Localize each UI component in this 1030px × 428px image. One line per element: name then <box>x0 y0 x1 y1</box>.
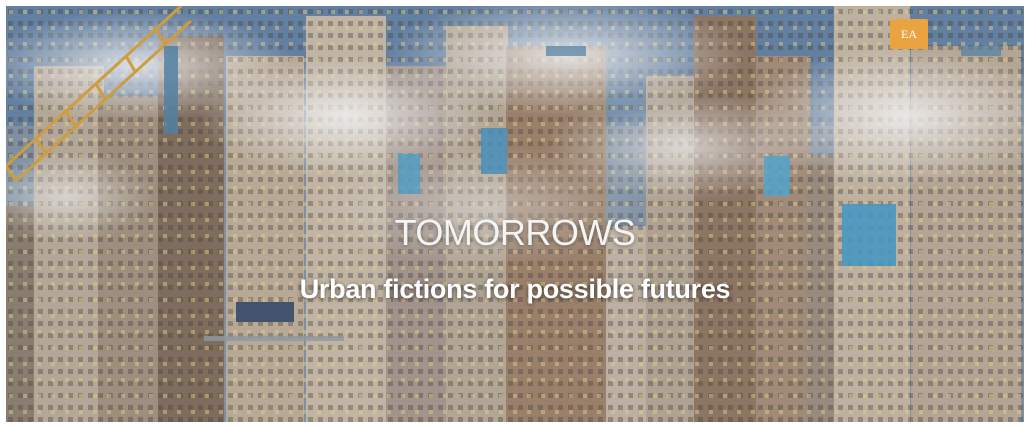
language-button[interactable]: EA <box>890 19 928 49</box>
page-title: TOMORROWS <box>394 212 636 253</box>
hero-banner: EA TOMORROWS Urban fictions for possible… <box>6 6 1024 422</box>
page-subtitle: Urban fictions for possible futures <box>299 274 731 304</box>
